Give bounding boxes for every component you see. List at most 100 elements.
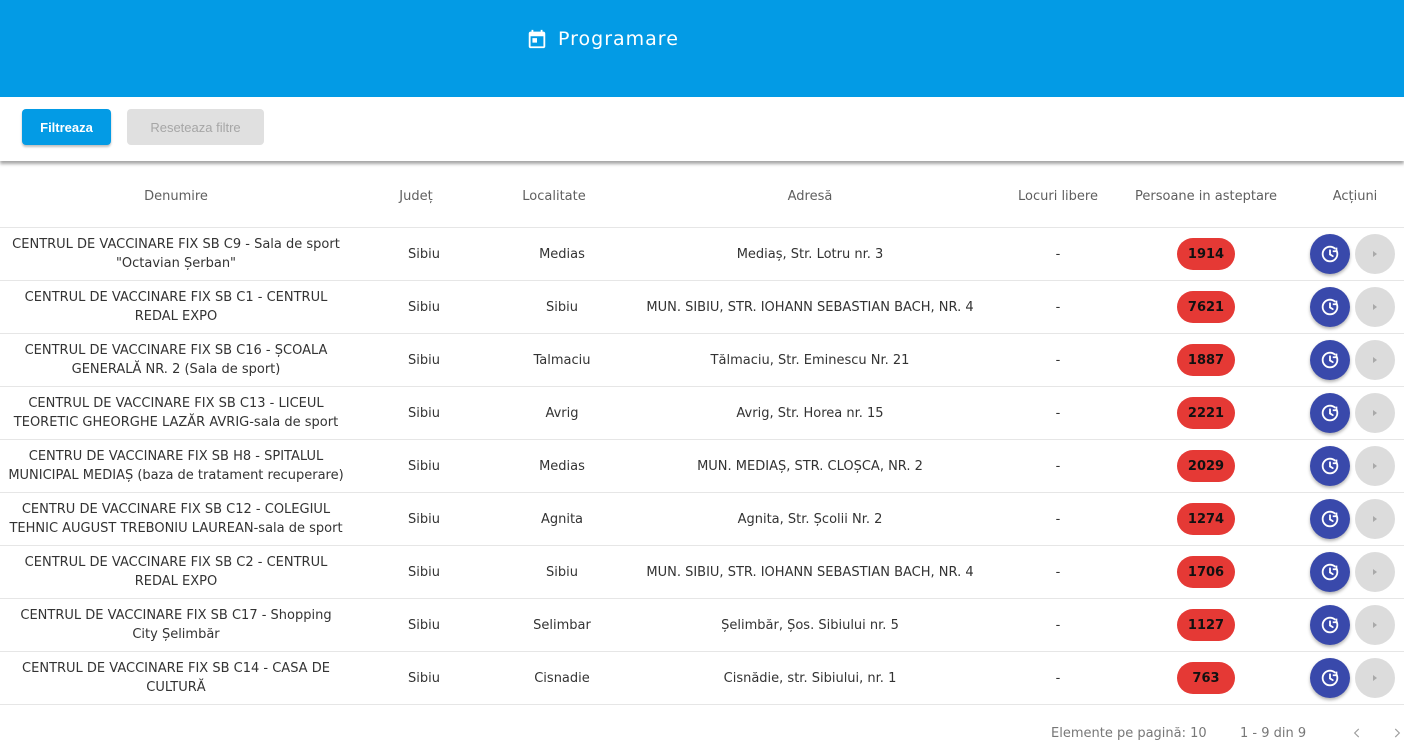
judet-cell: Sibiu [408,564,440,580]
waitlist-button[interactable] [1310,658,1350,698]
actions-cell [1310,599,1404,651]
chevron-right-icon [1394,728,1401,738]
localitate-cell: Medias [539,458,585,474]
judet-cell: Sibiu [408,299,440,315]
locuri-libere-cell: - [1055,246,1061,262]
play-arrow-icon [1373,622,1377,628]
localitate-cell: Sibiu [546,564,578,580]
items-per-page-label[interactable]: Elemente pe pagină: 10 [1051,726,1207,741]
waiting-count-badge: 1706 [1177,556,1235,588]
waiting-count-badge: 1274 [1177,503,1235,535]
history-clock-icon [1321,351,1339,369]
waitlist-button[interactable] [1310,340,1350,380]
localitate-cell: Cisnadie [534,670,590,686]
locuri-libere-cell: - [1055,352,1061,368]
table-row: CENTRUL DE VACCINARE FIX SB C9 - Sala de… [0,228,1404,281]
waitlist-button[interactable] [1310,552,1350,592]
play-arrow-icon [1373,304,1377,310]
center-name: CENTRU DE VACCINARE FIX SB C12 - COLEGIU… [0,493,352,545]
paginator: Elemente pe pagină: 10 1 - 9 din 9 [0,718,1404,741]
center-name-line-1: CENTRUL DE VACCINARE FIX SB C2 - CENTRUL [24,555,328,570]
center-name-line-2: City Șelimbăr [132,627,220,642]
center-name-line-1: CENTRUL DE VACCINARE FIX SB C16 - ȘCOALA [24,343,328,358]
history-clock-icon [1321,457,1339,475]
locuri-libere-cell: - [1055,299,1061,315]
localitate-cell: Selimbar [533,617,591,633]
localitate-cell: Medias [539,246,585,262]
center-name: CENTRUL DE VACCINARE FIX SB C2 - CENTRUL… [0,546,352,598]
reset-filters-button: Reseteaza filtre [127,109,264,145]
center-name: CENTRUL DE VACCINARE FIX SB C16 - ȘCOALA… [0,334,352,386]
select-center-button [1355,446,1395,486]
waiting-count-cell: 763 [1130,652,1282,704]
center-name: CENTRUL DE VACCINARE FIX SB C13 - LICEUL… [0,387,352,439]
app-header: Programare [0,0,1404,97]
judet-cell: Sibiu [408,246,440,262]
center-name: CENTRU DE VACCINARE FIX SB H8 - SPITALUL… [0,440,352,492]
center-name: CENTRUL DE VACCINARE FIX SB C9 - Sala de… [0,228,352,280]
locuri-libere-cell: - [1055,458,1061,474]
center-name-line-2: REDAL EXPO [134,309,218,324]
play-arrow-icon [1373,463,1377,469]
history-clock-icon [1321,298,1339,316]
center-name-line-2: MUNICIPAL MEDIAȘ (baza de tratament recu… [8,468,344,483]
waiting-count-badge: 1127 [1177,609,1235,641]
play-arrow-icon [1373,251,1377,257]
actions-cell [1310,440,1404,492]
table-row: CENTRU DE VACCINARE FIX SB C12 - COLEGIU… [0,493,1404,546]
localitate-cell: Talmaciu [533,352,591,368]
column-header-locuri-libere[interactable]: Locuri libere [998,167,1118,227]
waiting-count-cell: 1274 [1130,493,1282,545]
select-center-button [1355,234,1395,274]
select-center-button [1355,552,1395,592]
center-name-line-1: CENTRUL DE VACCINARE FIX SB C14 - CASA D… [22,661,330,676]
center-name: CENTRUL DE VACCINARE FIX SB C1 - CENTRUL… [0,281,352,333]
next-page-button[interactable] [1390,726,1404,744]
adresa-cell: Mediaș, Str. Lotru nr. 3 [736,246,884,262]
play-arrow-icon [1373,569,1377,575]
waitlist-button[interactable] [1310,234,1350,274]
select-center-button [1355,658,1395,698]
column-header-denumire[interactable]: Denumire [0,167,352,227]
adresa-cell: Șelimbăr, Șos. Sibiului nr. 5 [721,617,899,633]
adresa-cell: Avrig, Str. Horea nr. 15 [736,405,884,421]
calendar-icon [528,29,546,49]
select-center-button [1355,499,1395,539]
column-header-actiuni: Acțiuni [1332,189,1378,204]
actions-cell [1310,493,1404,545]
localitate-cell: Sibiu [546,299,578,315]
waiting-count-cell: 7621 [1130,281,1282,333]
actions-cell [1310,546,1404,598]
waitlist-button[interactable] [1310,499,1350,539]
waitlist-button[interactable] [1310,393,1350,433]
center-name: CENTRUL DE VACCINARE FIX SB C14 - CASA D… [0,652,352,704]
history-clock-icon [1321,669,1339,687]
center-name-line-1: CENTRU DE VACCINARE FIX SB C12 - COLEGIU… [21,502,331,517]
previous-page-button[interactable] [1350,726,1364,744]
waitlist-button[interactable] [1310,446,1350,486]
column-header-localitate[interactable]: Localitate [494,167,614,227]
center-name-line-2: GENERALĂ NR. 2 (Sala de sport) [71,362,281,377]
locuri-libere-cell: - [1055,617,1061,633]
adresa-cell: MUN. MEDIAȘ, STR. CLOȘCA, NR. 2 [697,458,923,474]
page-range-label: 1 - 9 din 9 [1240,726,1307,741]
actions-cell [1310,334,1404,386]
locuri-libere-cell: - [1055,511,1061,527]
adresa-cell: Tălmaciu, Str. Eminescu Nr. 21 [710,352,910,368]
history-clock-icon [1321,245,1339,263]
waitlist-button[interactable] [1310,287,1350,327]
waiting-count-cell: 1706 [1130,546,1282,598]
filter-button[interactable]: Filtreaza [22,109,111,145]
waiting-count-badge: 2029 [1177,450,1235,482]
column-header-persoane-asteptare[interactable]: Persoane in asteptare [1120,167,1292,227]
center-name-line-1: CENTRUL DE VACCINARE FIX SB C1 - CENTRUL [24,290,328,305]
waitlist-button[interactable] [1310,605,1350,645]
center-name-line-2: TEORETIC GHEORGHE LAZĂR AVRIG-sala de sp… [13,415,339,430]
waiting-count-cell: 1887 [1130,334,1282,386]
waiting-count-cell: 2029 [1130,440,1282,492]
table-row: CENTRUL DE VACCINARE FIX SB C1 - CENTRUL… [0,281,1404,334]
page-title: Programare [558,28,679,50]
actions-cell [1310,228,1404,280]
column-header-adresa[interactable]: Adresă [620,167,1000,227]
column-header-judet[interactable]: Județ [366,167,466,227]
